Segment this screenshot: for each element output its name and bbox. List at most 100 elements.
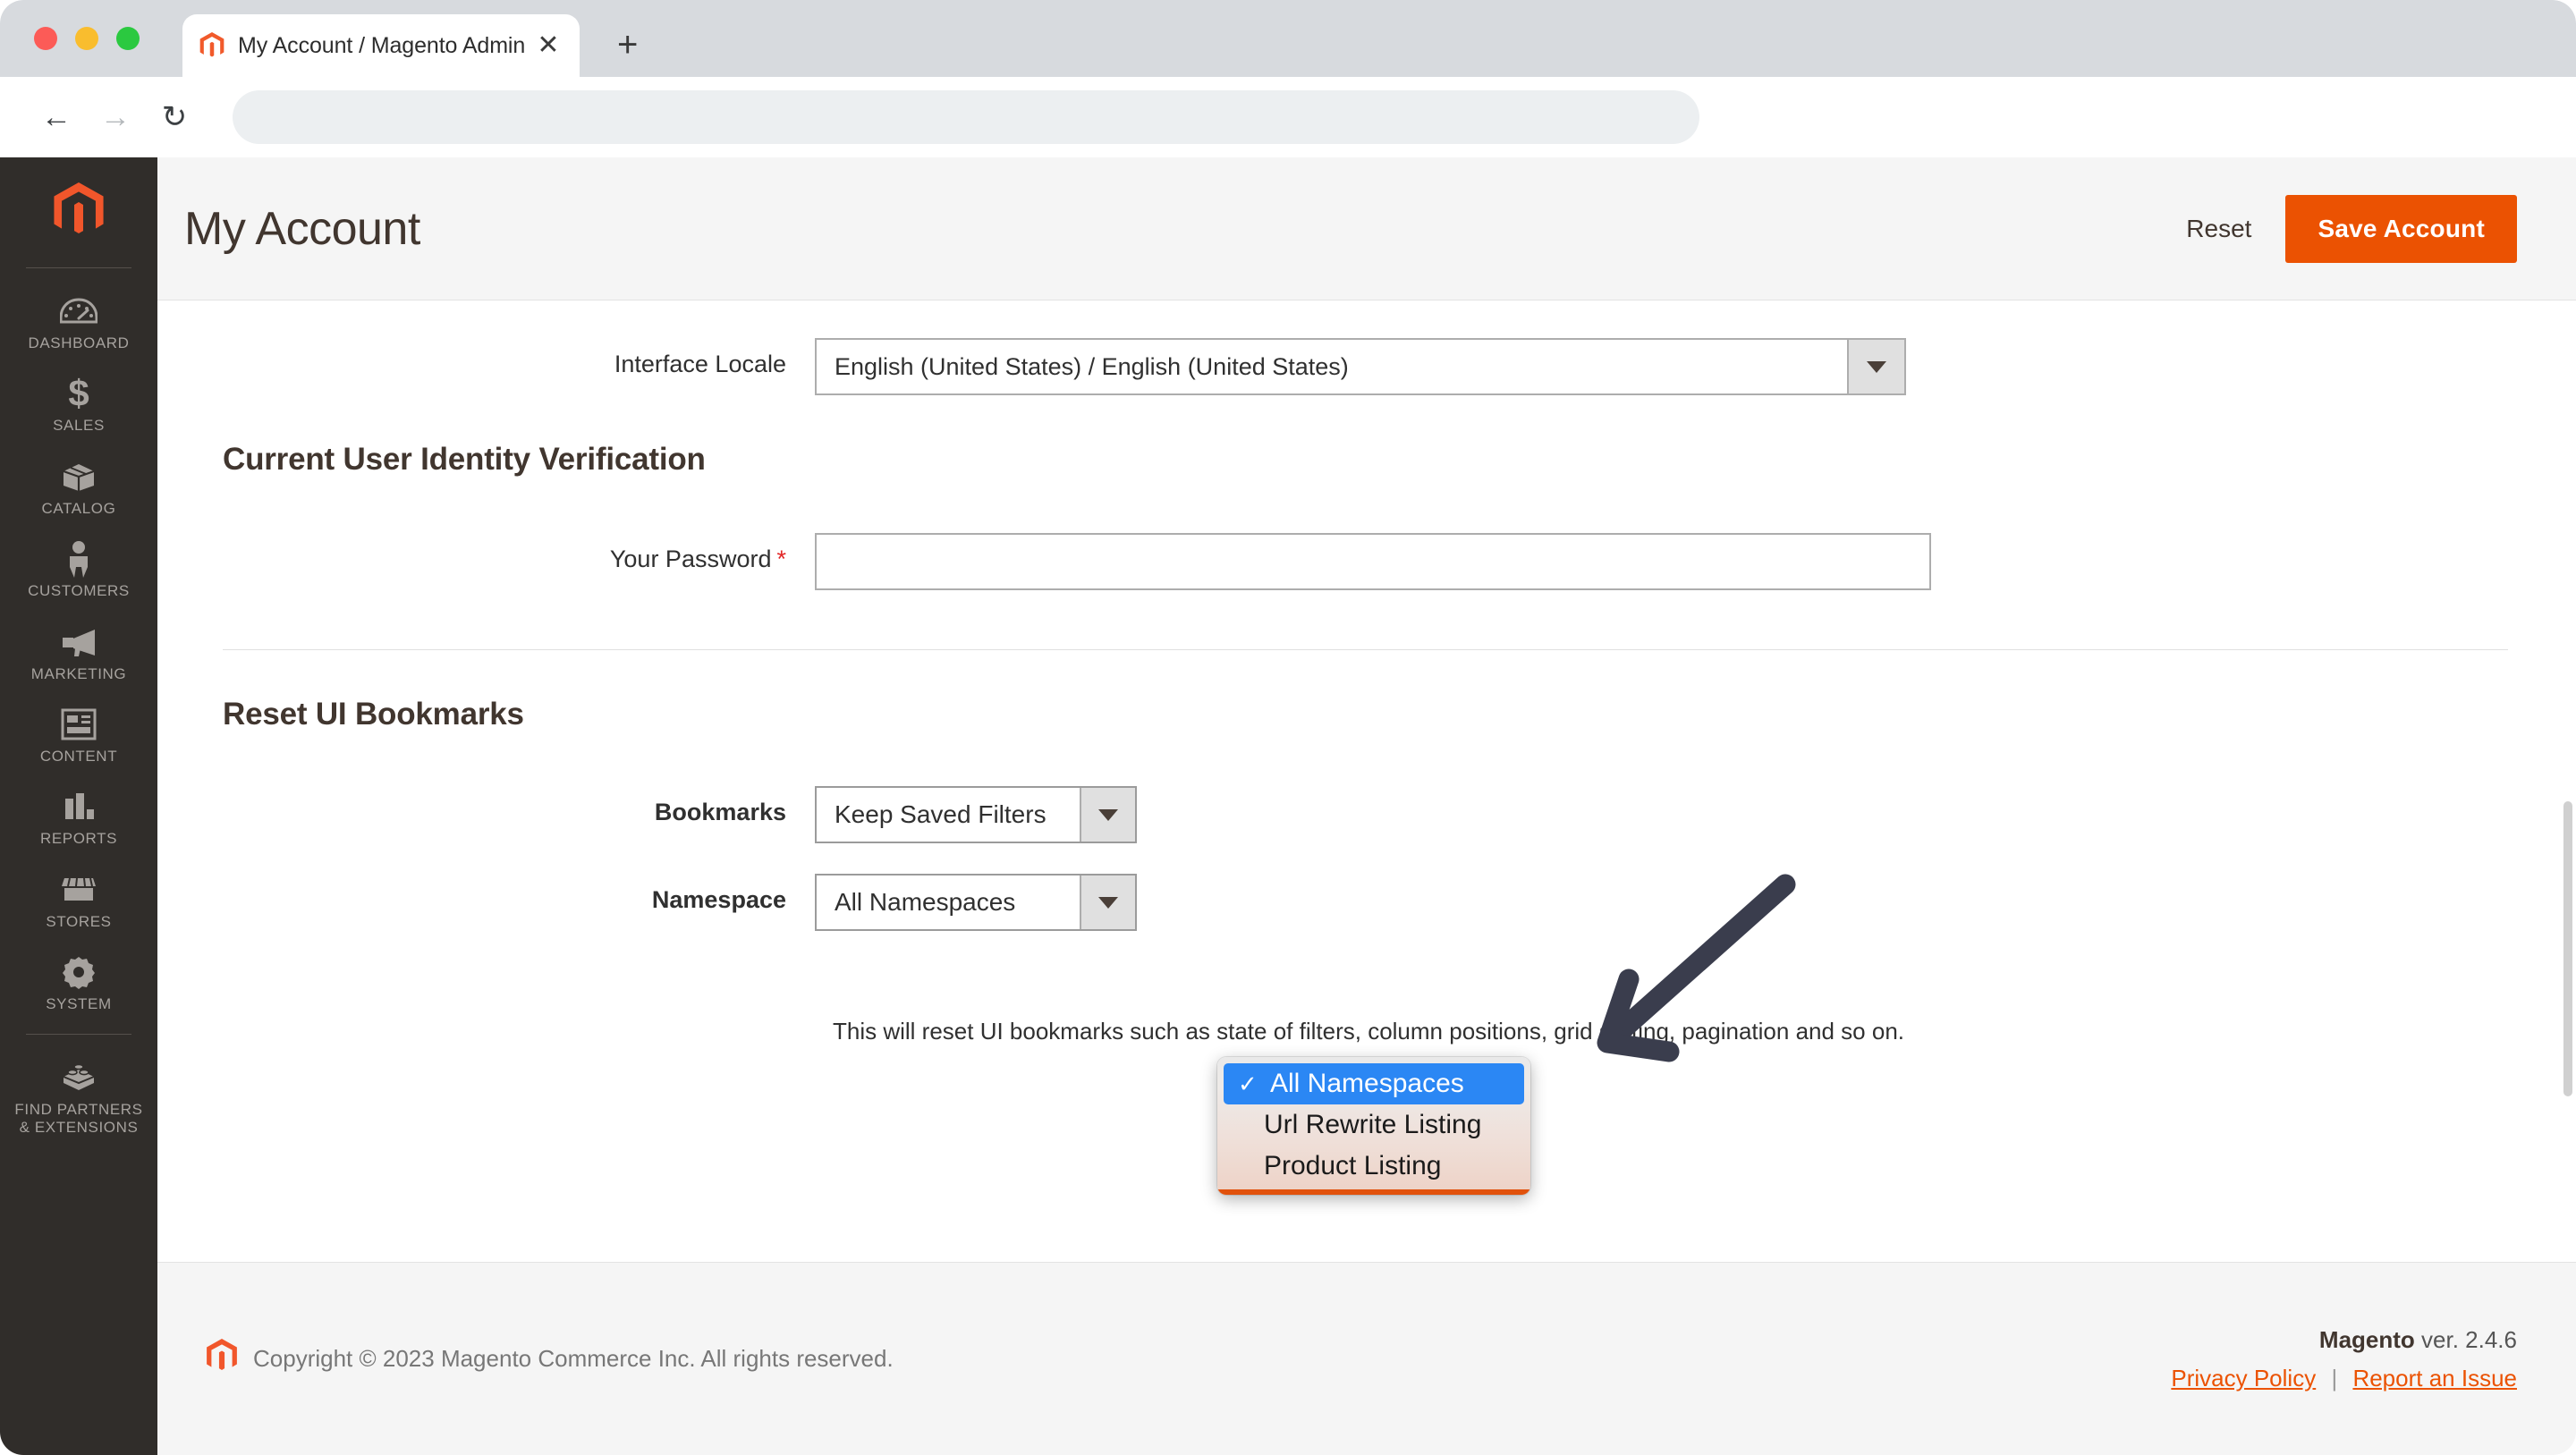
- sidebar-item-catalog[interactable]: Catalog: [0, 446, 157, 529]
- magento-admin-app: Dashboard $ Sales: [0, 157, 2576, 1455]
- browser-toolbar: ← → ↻: [0, 77, 2576, 157]
- dollar-sign-icon: $: [64, 375, 94, 412]
- namespace-option-all-namespaces[interactable]: ✓ All Namespaces: [1224, 1063, 1524, 1104]
- address-bar[interactable]: [233, 90, 1699, 144]
- close-icon[interactable]: ✕: [533, 32, 564, 59]
- namespace-options-menu[interactable]: ✓ All Namespaces Url Rewrite Listing Pro…: [1217, 1057, 1530, 1195]
- admin-sidebar: Dashboard $ Sales: [0, 157, 157, 1455]
- sidebar-item-customers[interactable]: Customers: [0, 529, 157, 611]
- footer-copyright-text: Copyright © 2023 Magento Commerce Inc. A…: [253, 1345, 894, 1372]
- account-form: Interface Locale English (United States)…: [157, 300, 2576, 1262]
- page-header: My Account Reset Save Account: [157, 157, 2576, 300]
- gear-icon: [62, 954, 96, 990]
- page-footer: Copyright © 2023 Magento Commerce Inc. A…: [157, 1262, 2576, 1455]
- sidebar-item-label: Marketing: [30, 664, 127, 682]
- svg-text:$: $: [68, 375, 89, 412]
- namespace-row: Namespace All Namespaces: [207, 874, 2517, 931]
- save-account-button[interactable]: Save Account: [2285, 194, 2517, 263]
- sidebar-item-label: Content: [39, 747, 118, 765]
- namespace-label: Namespace: [651, 886, 786, 913]
- sidebar-divider-top: [26, 267, 131, 268]
- sidebar-item-label: Customers: [28, 582, 130, 600]
- sidebar-item-find-partners-extensions[interactable]: Find Partners & Extensions: [0, 1047, 157, 1148]
- maximize-window-button[interactable]: [116, 27, 140, 50]
- sidebar-item-label: Sales: [53, 417, 105, 435]
- sidebar-item-stores[interactable]: Stores: [0, 859, 157, 942]
- dashboard-gauge-icon: [60, 293, 97, 329]
- footer-version-text: ver. 2.4.6: [2421, 1325, 2517, 1353]
- interface-locale-select[interactable]: English (United States) / English (Unite…: [815, 338, 1906, 395]
- checkmark-icon: ✓: [1238, 1070, 1258, 1097]
- main-region: My Account Reset Save Account Interface …: [157, 157, 2576, 1455]
- chevron-down-icon[interactable]: [1080, 876, 1135, 929]
- extensions-blocks-icon: [58, 1060, 99, 1095]
- window-traffic-lights: [34, 27, 140, 50]
- magento-logo-icon: [207, 1339, 237, 1379]
- bookmarks-select[interactable]: Keep Saved Filters: [815, 786, 1137, 843]
- your-password-label-text: Your Password: [609, 546, 772, 572]
- minimize-window-button[interactable]: [75, 27, 98, 50]
- privacy-policy-link[interactable]: Privacy Policy: [2171, 1365, 2316, 1392]
- namespace-option-product-listing[interactable]: Product Listing: [1217, 1146, 1530, 1187]
- your-password-input[interactable]: [815, 533, 1931, 590]
- sidebar-item-label: Find Partners & Extensions: [14, 1100, 143, 1136]
- reload-icon[interactable]: ↻: [154, 97, 195, 138]
- sidebar-item-reports[interactable]: Reports: [0, 776, 157, 859]
- layout-page-icon: [61, 706, 97, 742]
- footer-right: Magento ver. 2.4.6 Privacy Policy | Repo…: [2171, 1326, 2517, 1392]
- sidebar-item-system[interactable]: System: [0, 942, 157, 1024]
- sidebar-logo[interactable]: [51, 182, 106, 242]
- sidebar-item-label: System: [46, 995, 112, 1013]
- megaphone-icon: [59, 624, 98, 660]
- chevron-down-icon[interactable]: [1080, 788, 1135, 842]
- namespace-option-url-rewrite-listing[interactable]: Url Rewrite Listing: [1217, 1104, 1530, 1146]
- page-header-actions: Reset Save Account: [2182, 194, 2517, 263]
- sidebar-item-sales[interactable]: $ Sales: [0, 363, 157, 445]
- report-an-issue-link[interactable]: Report an Issue: [2352, 1365, 2517, 1392]
- close-window-button[interactable]: [34, 27, 57, 50]
- interface-locale-label: Interface Locale: [614, 351, 786, 377]
- browser-tabstrip: My Account / Magento Admin ✕ +: [0, 0, 2576, 77]
- sidebar-item-marketing[interactable]: Marketing: [0, 612, 157, 694]
- person-icon: [65, 541, 92, 579]
- bar-chart-icon: [62, 789, 96, 825]
- footer-version: Magento ver. 2.4.6: [2171, 1326, 2517, 1354]
- chevron-down-icon[interactable]: [1847, 340, 1904, 393]
- interface-locale-value: English (United States) / English (Unite…: [835, 352, 1349, 380]
- reset-bookmarks-section-title: Reset UI Bookmarks: [223, 697, 524, 732]
- page-scrollbar[interactable]: [2563, 801, 2572, 1096]
- your-password-row: Your Password *: [207, 533, 2517, 590]
- required-marker: *: [776, 546, 786, 572]
- identity-section-title: Current User Identity Verification: [223, 442, 706, 477]
- sidebar-item-label: Stores: [46, 912, 112, 930]
- arrow-right-icon[interactable]: →: [95, 97, 136, 138]
- bookmarks-label: Bookmarks: [654, 799, 786, 825]
- sidebar-item-content[interactable]: Content: [0, 694, 157, 776]
- namespace-option-label: Product Listing: [1264, 1151, 1442, 1180]
- reset-button[interactable]: Reset: [2182, 206, 2255, 252]
- page-title: My Account: [184, 202, 420, 255]
- footer-version-brand: Magento: [2318, 1325, 2415, 1353]
- footer-link-separator: |: [2331, 1364, 2338, 1392]
- browser-window: My Account / Magento Admin ✕ + ← → ↻ DAS…: [0, 0, 2576, 1455]
- section-divider: [223, 649, 2508, 650]
- footer-copyright: Copyright © 2023 Magento Commerce Inc. A…: [207, 1339, 894, 1379]
- browser-tab-title: My Account / Magento Admin: [238, 32, 526, 58]
- sidebar-item-dashboard[interactable]: Dashboard: [0, 281, 157, 363]
- sidebar-item-label: Dashboard: [28, 334, 130, 351]
- namespace-option-label: All Namespaces: [1270, 1069, 1464, 1098]
- your-password-label: Your Password *: [207, 533, 815, 573]
- bookmarks-row: Bookmarks Keep Saved Filters: [207, 786, 2517, 843]
- footer-links: Privacy Policy | Report an Issue: [2171, 1365, 2517, 1392]
- arrow-left-icon[interactable]: ←: [36, 97, 77, 138]
- sidebar-item-label: Reports: [39, 830, 118, 848]
- magento-logo-icon: [54, 182, 104, 234]
- namespace-option-label: Url Rewrite Listing: [1264, 1110, 1482, 1139]
- namespace-select[interactable]: All Namespaces: [815, 874, 1137, 931]
- box-icon: [60, 459, 97, 495]
- plus-icon[interactable]: +: [617, 27, 638, 63]
- bookmarks-value: Keep Saved Filters: [835, 800, 1046, 828]
- browser-tab[interactable]: My Account / Magento Admin ✕: [182, 14, 580, 77]
- sidebar-divider-bottom: [26, 1033, 131, 1035]
- magento-logo-icon: [199, 32, 225, 59]
